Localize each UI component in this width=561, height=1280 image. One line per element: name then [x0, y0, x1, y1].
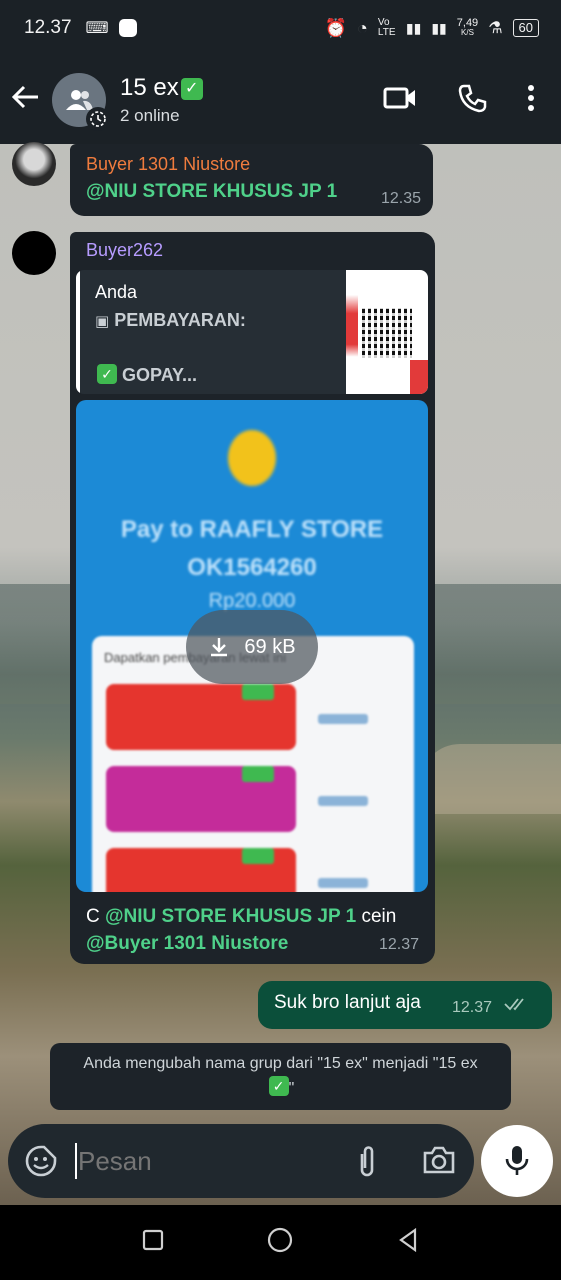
system-notice: Anda mengubah nama grup dari "15 ex" men…: [50, 1043, 511, 1110]
message-caption: C @NIU STORE KHUSUS JP 1 cein @Buyer 130…: [86, 903, 426, 957]
message-time: 12.37: [378, 936, 419, 953]
message-bubble[interactable]: Buyer 1301 Niustore @NIU STORE KHUSUS JP…: [70, 144, 433, 216]
download-size: 69 kB: [244, 635, 296, 658]
media-account: OK1564260: [187, 554, 317, 581]
reply-line-1: PEMBAYARAN:: [114, 310, 246, 330]
image-icon: ▣: [95, 313, 110, 330]
message-composer: [8, 1124, 474, 1198]
message-text: Suk bro lanjut aja: [274, 992, 421, 1013]
signal-icon: ▮▮: [405, 19, 422, 36]
signal-icon-2: ▮▮: [431, 19, 447, 36]
caption-suffix: cein: [356, 906, 397, 927]
story-ring-icon: [86, 107, 110, 131]
message-time: 12.35: [380, 190, 421, 207]
speed-unit: K/S: [461, 28, 474, 37]
wifi-icon: ◔: [357, 17, 368, 38]
download-button[interactable]: 69 kB: [186, 610, 318, 684]
network-label: Vo LTE: [377, 17, 396, 38]
game-icon: ⌨: [85, 20, 109, 37]
chat-subtitle: 2 online: [120, 106, 180, 125]
notification-dot-icon: [118, 19, 137, 37]
group-avatar[interactable]: [52, 73, 110, 131]
status-bar: 12.37 ⌨ ⏰ ◔ Vo LTE ▮▮ ▮▮ 7,49 K/S ⚗ 60: [0, 0, 561, 56]
back-icon[interactable]: [397, 1227, 419, 1257]
reply-line-2: GOPAY...: [122, 365, 198, 385]
caption-mention[interactable]: @NIU STORE KHUSUS JP 1: [105, 906, 356, 927]
camera-icon[interactable]: [422, 1144, 456, 1181]
sender-avatar[interactable]: [12, 142, 56, 186]
system-notice-line-1: Anda mengubah nama grup dari "15 ex" men…: [83, 1055, 478, 1072]
back-arrow-icon[interactable]: [0, 83, 52, 117]
chat-title-area[interactable]: 15 ex ✓ 2 online: [120, 74, 203, 126]
caret: [75, 1143, 77, 1179]
home-icon[interactable]: [267, 1227, 293, 1258]
video-call-icon[interactable]: [383, 86, 417, 115]
message-time: 12.37: [452, 999, 493, 1016]
check-icon: ✓: [97, 364, 117, 384]
download-icon: [211, 638, 228, 657]
system-notice-suffix: ": [288, 1080, 295, 1097]
quoted-reply[interactable]: Anda ▣ PEMBAYARAN: ✓ GOPAY...: [76, 270, 428, 394]
system-nav-bar: [0, 1205, 561, 1280]
message-mention[interactable]: @NIU STORE KHUSUS JP 1: [86, 181, 337, 203]
double-check-icon: [504, 996, 530, 1017]
reply-thumbnail: [346, 270, 428, 394]
microphone-button[interactable]: [481, 1125, 553, 1197]
chat-header: 15 ex ✓ 2 online: [0, 56, 561, 144]
speed-value: 7,49: [456, 17, 479, 29]
message-sender[interactable]: Buyer 1301 Niustore: [86, 154, 250, 175]
microphone-icon: [505, 1146, 529, 1175]
status-time: 12.37: [24, 17, 72, 38]
check-icon: ✓: [268, 1076, 289, 1096]
status-icons: ⏰ ◔ Vo LTE ▮▮ ▮▮ 7,49 K/S ⚗ 60: [325, 18, 539, 39]
sender-avatar[interactable]: [12, 231, 56, 275]
message-bubble[interactable]: Buyer262 Anda ▣ PEMBAYARAN: ✓ GOPAY... P…: [70, 232, 435, 964]
more-options-icon[interactable]: [527, 84, 535, 117]
image-attachment[interactable]: Pay to RAAFLY STORE OK1564260 Rp20.000 D…: [76, 400, 428, 892]
battery-icon: 60: [512, 19, 539, 37]
alarm-icon: ⏰: [324, 17, 348, 38]
caption-mention-2[interactable]: @Buyer 1301 Niustore: [86, 933, 288, 954]
outgoing-message-bubble[interactable]: Suk bro lanjut aja 12.37: [258, 981, 552, 1029]
sticker-icon[interactable]: [24, 1144, 58, 1183]
message-input[interactable]: [78, 1140, 328, 1182]
attach-icon[interactable]: [354, 1144, 380, 1183]
recents-icon[interactable]: [142, 1229, 164, 1256]
media-pay-to: Pay to RAAFLY STORE: [120, 516, 384, 543]
flask-icon: ⚗: [488, 20, 503, 37]
caption-prefix: C: [86, 906, 105, 927]
coin-icon: [228, 430, 276, 486]
reply-author: Anda: [95, 282, 138, 302]
message-sender[interactable]: Buyer262: [86, 240, 163, 261]
voice-call-icon[interactable]: [457, 83, 487, 118]
title-check-icon: ✓: [180, 78, 203, 100]
chat-title: 15 ex: [120, 74, 179, 101]
